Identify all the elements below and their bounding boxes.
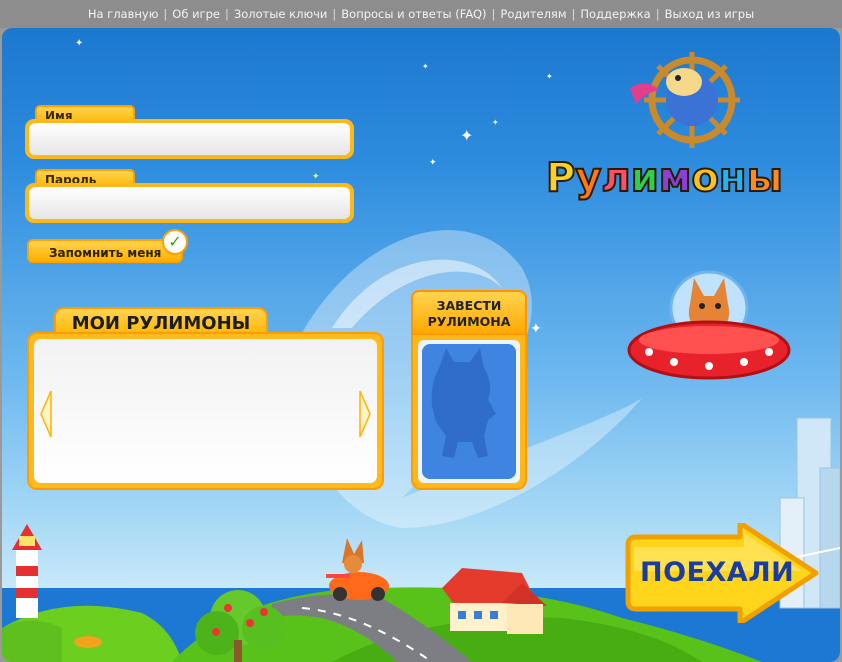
brand-logo: Рулимоны: [545, 154, 784, 202]
new-rulimon-button[interactable]: ЗАВЕСТИ РУЛИМОНА: [411, 290, 527, 336]
name-input[interactable]: [29, 123, 350, 155]
remember-me-label: Запомнить меня: [49, 246, 162, 260]
star-decoration: ✦: [429, 158, 437, 168]
ufo-illustration: [627, 270, 791, 380]
my-rulimons-list: [34, 339, 377, 483]
nav-link-exit[interactable]: Выход из игры: [665, 7, 755, 21]
nav-separator: |: [655, 7, 660, 21]
brand-logo-letter: ы: [746, 154, 784, 202]
nav-separator: |: [163, 7, 168, 21]
top-nav: На главную | Об игре | Золотые ключи | Вопросы…: [0, 0, 842, 28]
brand-logo-letter: у: [574, 154, 602, 202]
new-rulimon-label-line2: РУЛИМОНА: [427, 314, 511, 329]
scroll-left-arrow-icon[interactable]: [40, 389, 52, 439]
new-rulimon-card[interactable]: [422, 344, 516, 479]
nav-separator: |: [491, 7, 496, 21]
star-decoration: ✦: [530, 321, 542, 337]
brand-logo-letter: л: [600, 154, 631, 202]
star-decoration: ✦: [546, 72, 553, 81]
mascot-wheel-illustration: [630, 52, 740, 148]
password-field-frame: [25, 183, 354, 223]
nav-link-about[interactable]: Об игре: [172, 7, 220, 21]
new-rulimon-card-inner: [418, 340, 520, 483]
star-decoration: ✦: [460, 126, 474, 145]
star-decoration: ✦: [312, 172, 320, 182]
my-rulimons-panel: [27, 332, 384, 490]
houses-illustration: [442, 568, 547, 634]
brand-logo-letter: н: [718, 154, 748, 202]
brand-logo-letter: о: [690, 154, 720, 202]
nav-link-faq[interactable]: Вопросы и ответы (FAQ): [341, 7, 486, 21]
tower-building: [819, 467, 840, 609]
nav-link-home[interactable]: На главную: [88, 7, 159, 21]
submarine-illustration: [74, 636, 102, 648]
star-decoration: ✦: [422, 62, 429, 71]
nav-link-support[interactable]: Поддержка: [580, 7, 650, 21]
remember-me-checkbox[interactable]: ✓: [162, 229, 188, 255]
go-button[interactable]: ПОЕХАЛИ: [622, 523, 820, 623]
nav-link-parents[interactable]: Родителям: [500, 7, 566, 21]
star-decoration: ✦: [75, 38, 84, 49]
name-field-frame: [25, 119, 354, 159]
brand-logo-letter: Р: [545, 154, 576, 202]
game-scene: ✦ ✦ ✦ ✦ ✦ ✦ ✦ ✦ Имя Пароль Запомнить мен…: [2, 28, 840, 662]
new-rulimon-label-line1: ЗАВЕСТИ: [436, 298, 502, 313]
new-rulimon-card-frame: [411, 335, 527, 490]
brand-logo-letter: и: [630, 154, 660, 202]
nav-separator: |: [224, 7, 229, 21]
brand-logo-letter: м: [658, 154, 693, 202]
nav-separator: |: [332, 7, 337, 21]
scroll-right-arrow-icon[interactable]: [359, 389, 371, 439]
go-button-label: ПОЕХАЛИ: [640, 557, 795, 588]
password-input[interactable]: [29, 187, 350, 219]
remember-me-toggle[interactable]: Запомнить меня: [27, 239, 183, 263]
nav-link-golden-keys[interactable]: Золотые ключи: [234, 7, 328, 21]
pet-silhouette-icon: [431, 348, 496, 458]
nav-separator: |: [571, 7, 576, 21]
star-decoration: ✦: [492, 118, 499, 127]
car-illustration: [326, 538, 389, 601]
